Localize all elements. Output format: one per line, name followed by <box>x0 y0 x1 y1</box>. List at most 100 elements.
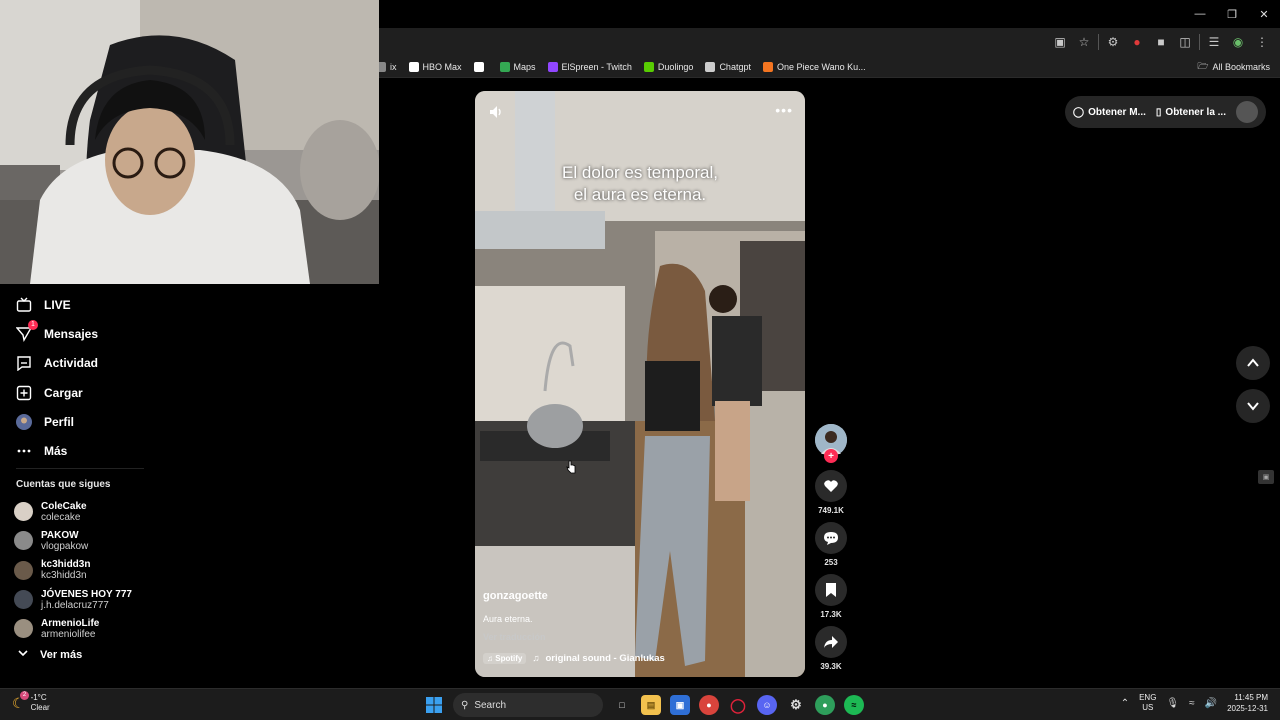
taskbar-search[interactable]: ⚲ Search <box>453 693 603 717</box>
music-title: original sound - Gianlukas <box>545 653 665 664</box>
chevron-down-icon <box>1247 402 1259 411</box>
bookmark-item[interactable]: HBO Max <box>408 62 462 72</box>
microphone-icon[interactable]: 🎙 <box>1166 698 1179 709</box>
see-more-button[interactable]: Ver más <box>18 648 82 661</box>
bookmark-item[interactable]: ix <box>376 62 397 72</box>
extension-red-icon[interactable]: ● <box>1127 32 1147 52</box>
extension-dark-icon[interactable]: ■ <box>1151 32 1171 52</box>
like-action[interactable]: 749.1K <box>815 470 847 522</box>
steam-icon[interactable]: ⚙ <box>786 695 806 715</box>
toolbar-divider <box>1098 34 1099 50</box>
install-app-icon[interactable]: ▣ <box>1050 32 1070 52</box>
file-explorer-icon[interactable]: ▤ <box>641 695 661 715</box>
get-coins-button[interactable]: ◯ Obtener M... <box>1073 107 1146 118</box>
bookmark-star-icon[interactable]: ☆ <box>1074 32 1094 52</box>
extensions-puzzle-icon[interactable]: ◫ <box>1175 32 1195 52</box>
share-icon[interactable] <box>815 626 847 658</box>
more-dots-icon <box>16 443 32 459</box>
profile-avatar-icon[interactable]: ◉ <box>1228 32 1248 52</box>
weather-widget[interactable]: ☾ 2 -1°C Clear <box>12 690 50 713</box>
browser-menu-icon[interactable]: ⋮ <box>1252 32 1272 52</box>
music-row[interactable]: ♫ Spotify ♫ original sound - Gianlukas <box>483 653 665 664</box>
spotify-badge[interactable]: ♫ Spotify <box>483 653 527 664</box>
sidebar-item-perfil[interactable]: Perfil <box>16 407 98 436</box>
wifi-icon[interactable]: ≈ <box>1189 698 1195 709</box>
hand-cursor-icon <box>566 460 576 474</box>
account-name: PAKOW <box>41 529 79 541</box>
following-account[interactable]: JÓVENES HOY 777 j.h.delacruz777 <box>14 585 132 614</box>
language-indicator[interactable]: ENG US <box>1139 693 1156 713</box>
spotify-label: Spotify <box>495 654 523 663</box>
avatar[interactable] <box>14 590 33 610</box>
following-account[interactable]: kc3hidd3n kc3hidd3n <box>14 556 132 585</box>
video-description: Aura eterna. <box>483 614 533 624</box>
bookmark-item[interactable]: One Piece Wano Ku... <box>762 62 866 72</box>
video-caption: El dolor es temporal, el aura es eterna. <box>475 162 805 206</box>
bookmark-item[interactable]: ElSpreen - Twitch <box>547 62 632 72</box>
extension-badge-icon[interactable]: ⚙ <box>1103 32 1123 52</box>
windows-start-icon[interactable] <box>424 695 444 715</box>
user-avatar[interactable] <box>1236 101 1258 123</box>
comment-icon[interactable] <box>815 522 847 554</box>
clock[interactable]: 11:45 PM 2025-12-31 <box>1227 692 1268 714</box>
like-count: 749.1K <box>818 506 844 515</box>
account-name: ColeCake <box>41 500 87 512</box>
following-account[interactable]: ArmenioLife armeniolifee <box>14 614 132 643</box>
sidebar-item-actividad[interactable]: Actividad <box>16 349 98 378</box>
discord-icon[interactable]: ☺ <box>757 695 777 715</box>
top-right-controls: ◯ Obtener M... ▯ Obtener la ... <box>1064 96 1266 128</box>
sidebar-item-m-s[interactable]: Más <box>16 436 98 465</box>
bookmark-item[interactable]: Duolingo <box>643 62 693 72</box>
mini-player-icon[interactable]: ▣ <box>1258 470 1274 484</box>
tray-expand-icon[interactable]: ⌃ <box>1121 698 1129 709</box>
previous-video-button[interactable] <box>1236 346 1270 380</box>
restore-icon[interactable]: ❐ <box>1216 0 1248 28</box>
bookmark-item[interactable]: Chatgpt <box>705 62 751 72</box>
chrome-profile-icon[interactable]: ● <box>815 695 835 715</box>
save-action[interactable]: 17.3K <box>815 574 847 626</box>
spotify-icon[interactable]: ≈ <box>844 695 864 715</box>
next-video-button[interactable] <box>1236 389 1270 423</box>
following-account[interactable]: PAKOW vlogpakow <box>14 526 132 555</box>
heart-icon[interactable] <box>815 470 847 502</box>
bookmark-label: One Piece Wano Ku... <box>776 62 866 72</box>
profile-avatar-icon <box>16 413 32 430</box>
following-account[interactable]: ColeCake colecake <box>14 497 132 526</box>
sidebar-item-cargar[interactable]: Cargar <box>16 378 98 407</box>
follow-plus-button[interactable]: + <box>824 449 838 463</box>
more-options-icon[interactable]: ••• <box>775 102 793 118</box>
avatar[interactable] <box>14 531 33 551</box>
translate-link[interactable]: Ver traducción <box>483 632 546 642</box>
task-view-icon[interactable]: □ <box>612 695 632 715</box>
speaker-icon[interactable]: 🔊 <box>1205 698 1217 709</box>
bookmark-item[interactable] <box>473 62 488 72</box>
sidebar-item-label: Cargar <box>44 385 83 400</box>
avatar[interactable] <box>14 502 33 522</box>
spotify-icon: ♫ <box>487 654 496 663</box>
sidebar-item-live[interactable]: LIVE <box>16 290 98 319</box>
bookmark-icon[interactable] <box>815 574 847 606</box>
get-app-button[interactable]: ▯ Obtener la ... <box>1156 107 1226 118</box>
share-count: 39.3K <box>820 662 842 671</box>
close-icon[interactable]: ✕ <box>1248 0 1280 28</box>
share-action[interactable]: 39.3K <box>815 626 847 678</box>
webcam-image <box>0 0 379 284</box>
creator-avatar[interactable]: + <box>815 424 847 463</box>
media-control-icon[interactable]: ☰ <box>1204 32 1224 52</box>
all-bookmarks-button[interactable]: 🗁 All Bookmarks <box>1197 56 1270 78</box>
bookmark-label: Chatgpt <box>719 62 751 72</box>
opera-icon[interactable]: ◯ <box>728 695 748 715</box>
minimize-icon[interactable]: — <box>1184 0 1216 28</box>
bookmark-item[interactable]: Maps <box>499 62 536 72</box>
comment-action[interactable]: 253 <box>815 522 847 574</box>
sidebar-item-mensajes[interactable]: 1 Mensajes <box>16 319 98 348</box>
chrome-icon[interactable]: ● <box>699 695 719 715</box>
video-username[interactable]: gonzagoette <box>483 590 548 602</box>
bookmark-label: Maps <box>513 62 536 72</box>
microsoft-store-icon[interactable]: ▣ <box>670 695 690 715</box>
volume-icon[interactable] <box>487 103 505 121</box>
avatar[interactable] <box>14 619 33 639</box>
video-player[interactable]: El dolor es temporal, el aura es eterna.… <box>475 91 805 677</box>
toolbar-icons: ▣ ☆ ⚙ ● ■ ◫ ☰ ◉ ⋮ <box>1050 32 1272 52</box>
avatar[interactable] <box>14 560 33 580</box>
